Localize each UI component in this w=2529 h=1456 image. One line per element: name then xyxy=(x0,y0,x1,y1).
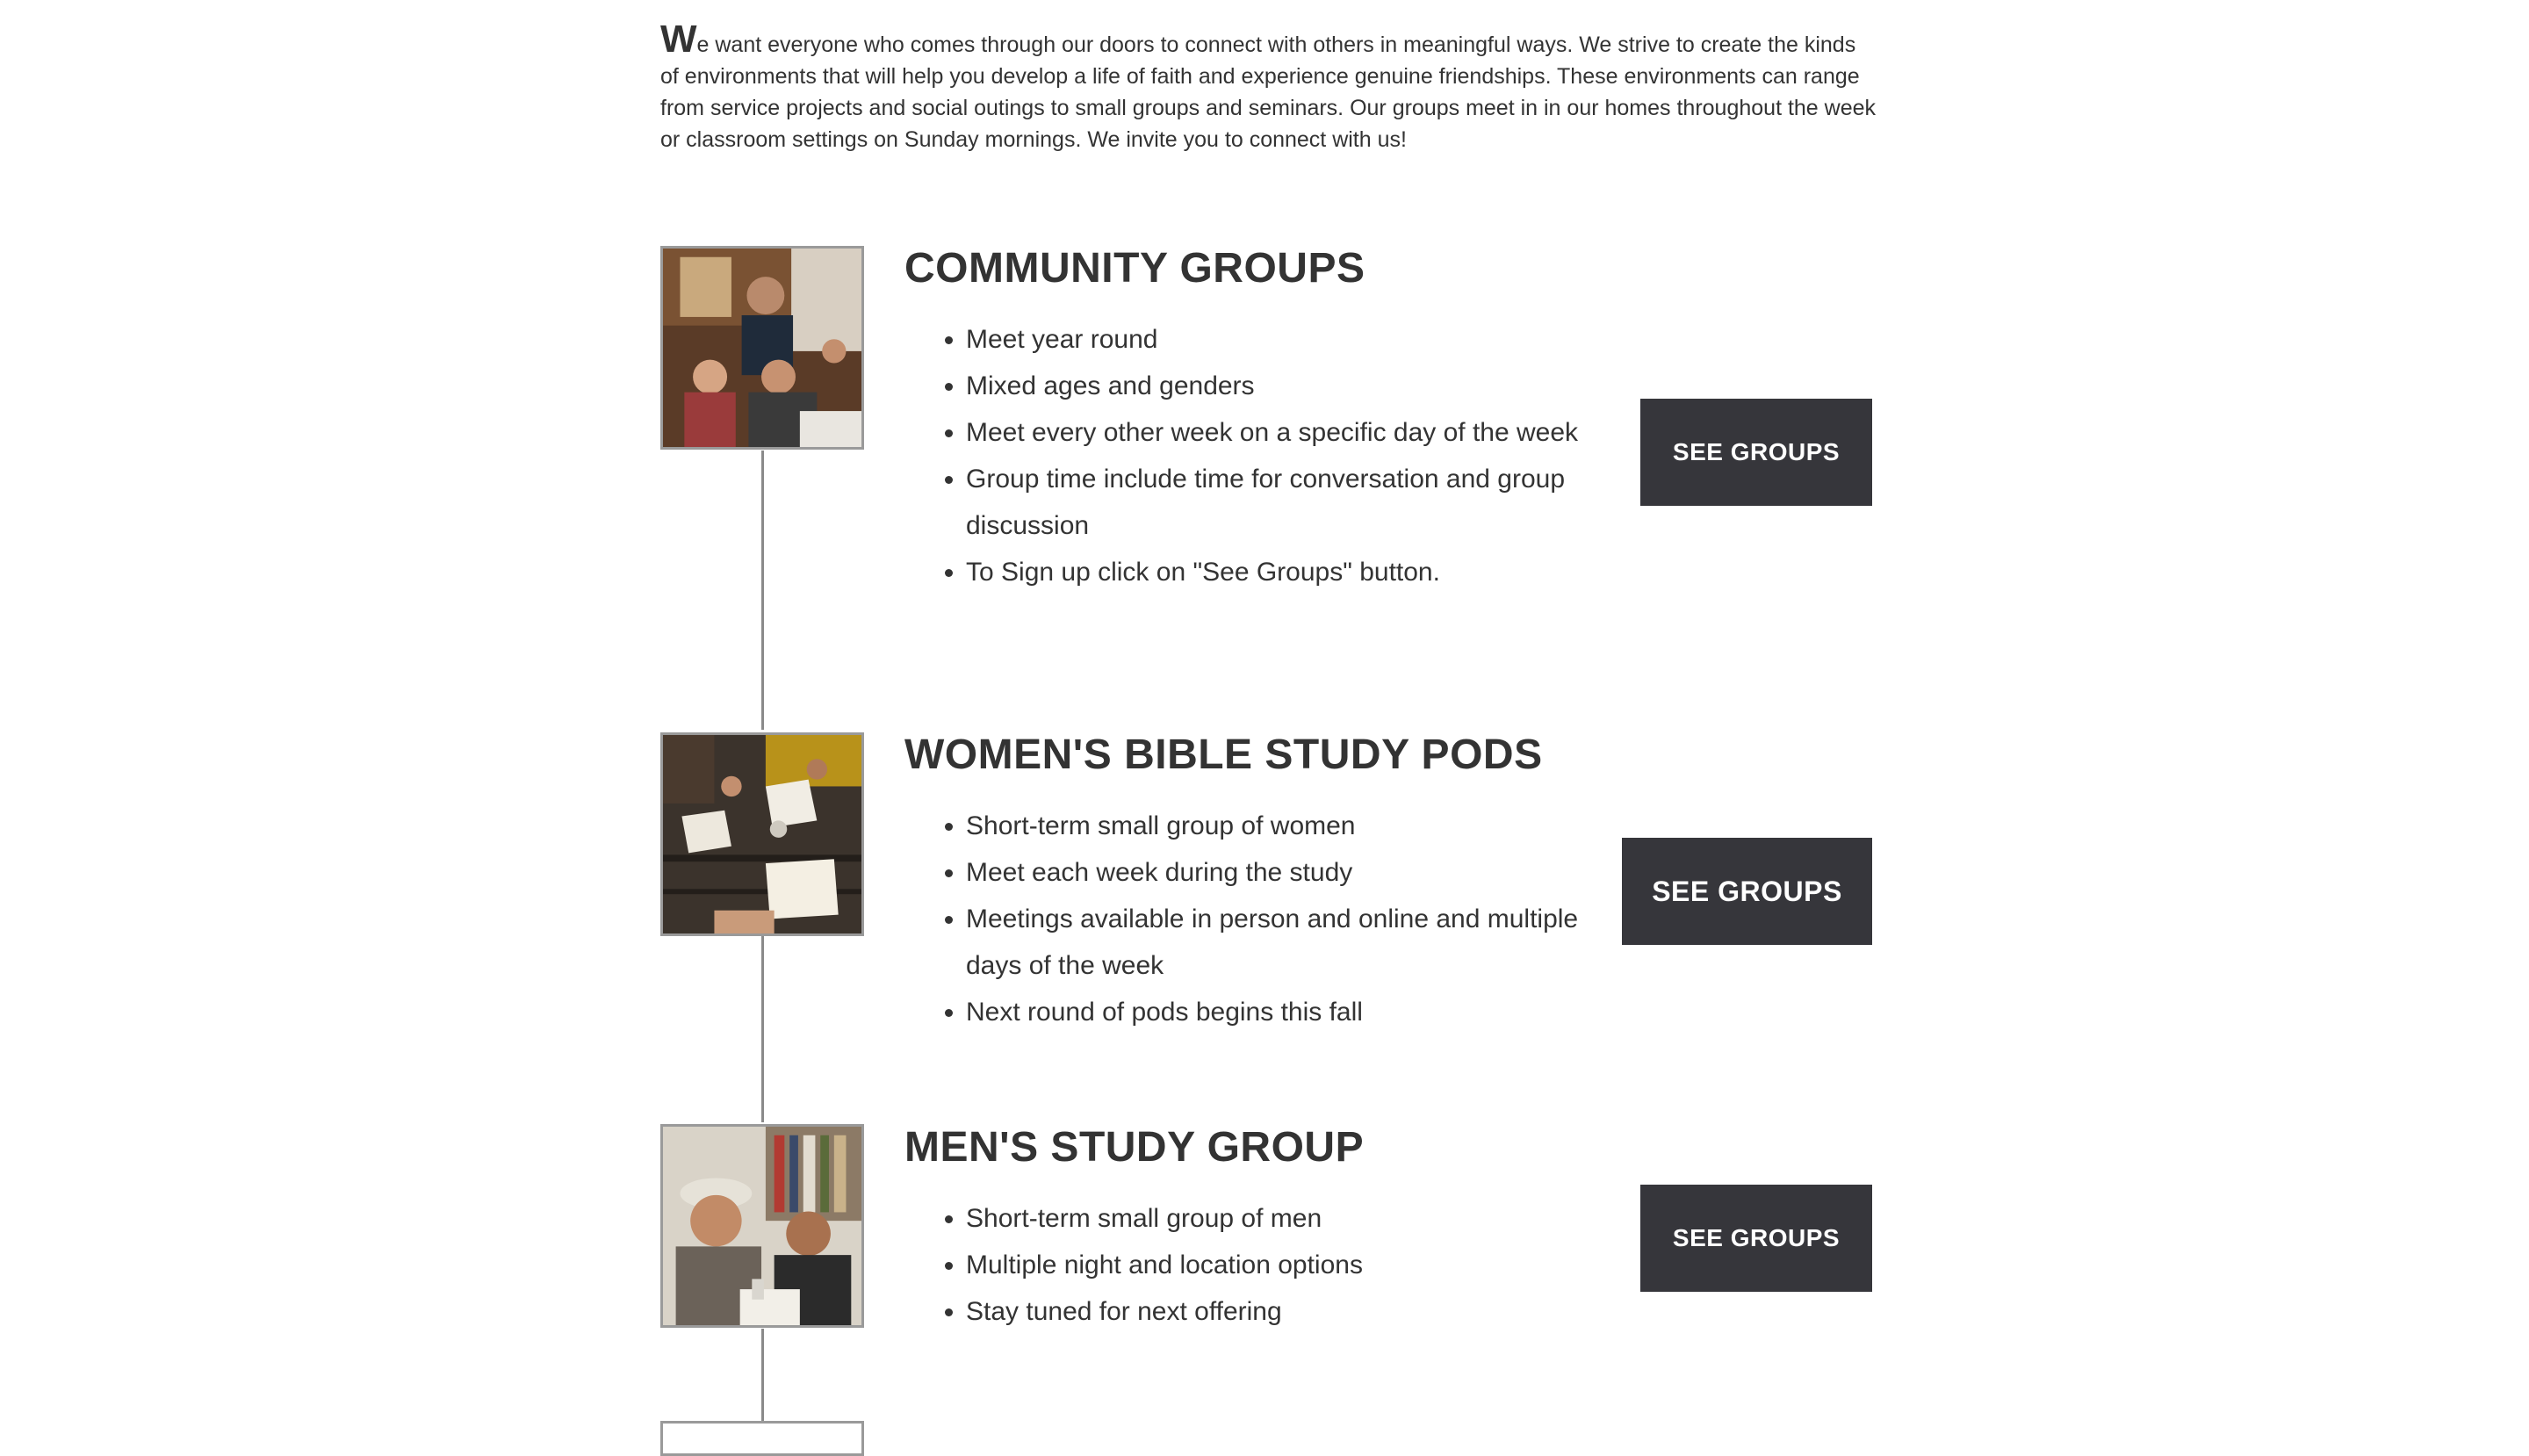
group-title: COMMUNITY GROUPS xyxy=(904,245,1365,292)
see-groups-button[interactable]: SEE GROUPS xyxy=(1640,1185,1872,1292)
see-groups-button[interactable]: SEE GROUPS xyxy=(1622,838,1872,945)
list-item: Meet year round xyxy=(966,316,1581,363)
intro-paragraph: We want everyone who comes through our d… xyxy=(660,20,1877,155)
list-item: Meet every other week on a specific day … xyxy=(966,409,1581,456)
list-item: Meetings available in person and online … xyxy=(966,896,1581,989)
group-features-list: Meet year round Mixed ages and genders M… xyxy=(904,316,1581,595)
community-group-photo xyxy=(660,246,864,450)
group-features-list: Short-term small group of men Multiple n… xyxy=(904,1195,1581,1335)
group-title: MEN'S STUDY GROUP xyxy=(904,1124,1365,1171)
intro-text: e want everyone who comes through our do… xyxy=(660,32,1877,152)
list-item: Stay tuned for next offering xyxy=(966,1288,1581,1335)
list-item: Short-term small group of men xyxy=(966,1195,1581,1242)
list-item: Group time include time for conversation… xyxy=(966,456,1581,549)
timeline-connector xyxy=(761,450,764,730)
see-groups-button[interactable]: SEE GROUPS xyxy=(1640,399,1872,506)
timeline-connector xyxy=(761,936,764,1122)
womens-bible-study-photo xyxy=(660,732,864,936)
group-features-list: Short-term small group of women Meet eac… xyxy=(904,803,1581,1035)
list-item: Multiple night and location options xyxy=(966,1242,1581,1288)
list-item: Mixed ages and genders xyxy=(966,363,1581,409)
timeline-connector xyxy=(761,1329,764,1426)
list-item: Short-term small group of women xyxy=(966,803,1581,849)
next-group-thumbnail xyxy=(660,1421,864,1456)
mens-study-photo xyxy=(660,1124,864,1328)
list-item: Meet each week during the study xyxy=(966,849,1581,896)
intro-dropcap: W xyxy=(660,18,697,61)
list-item: To Sign up click on "See Groups" button. xyxy=(966,549,1581,595)
list-item: Next round of pods begins this fall xyxy=(966,989,1581,1035)
group-title: WOMEN'S BIBLE STUDY PODS xyxy=(904,732,1543,778)
